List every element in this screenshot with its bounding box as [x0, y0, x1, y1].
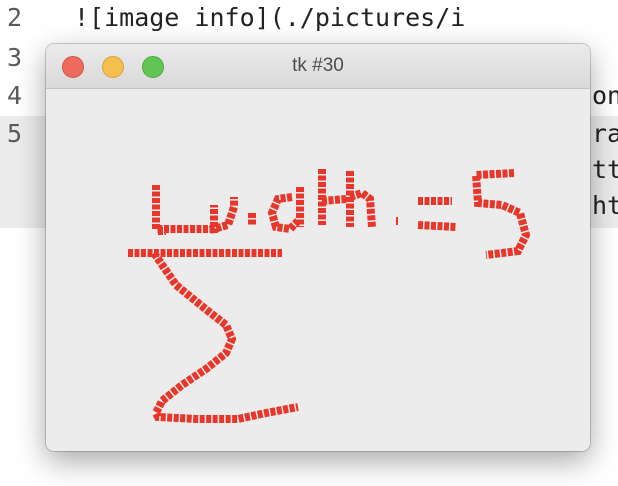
line-text: ht [592, 191, 618, 220]
ink-stroke [321, 195, 347, 205]
line-text: tt [592, 155, 618, 184]
line-number: 5 [6, 119, 22, 148]
line-text: ra [592, 119, 618, 148]
window-title: tk #30 [292, 55, 344, 76]
ink-stroke [267, 193, 301, 234]
handwriting-drawing [128, 169, 531, 423]
line-number: 4 [6, 81, 22, 110]
line-text: on [592, 81, 618, 110]
ink-stroke [471, 169, 531, 259]
ink-stroke [417, 221, 457, 231]
line-number: 3 [6, 43, 22, 72]
ink-stroke [152, 185, 218, 233]
ink-stroke [150, 250, 299, 423]
drawing-canvas[interactable] [46, 89, 590, 451]
line-number: 2 [6, 3, 22, 32]
tk-window: tk #30 [46, 44, 590, 451]
editor-line: 2 ![image info](./pictures/i [0, 2, 618, 34]
line-text: ![image info](./pictures/i [74, 3, 466, 32]
window-titlebar[interactable]: tk #30 [46, 44, 590, 89]
